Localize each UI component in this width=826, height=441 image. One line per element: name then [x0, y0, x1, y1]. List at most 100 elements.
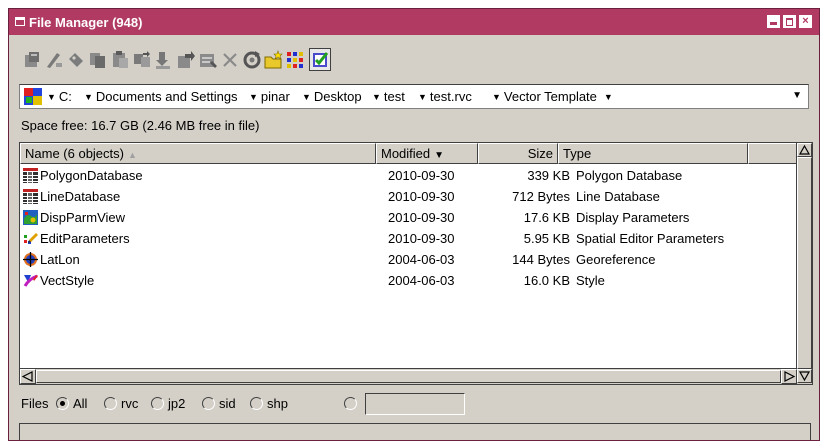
minimize-button[interactable] — [767, 15, 780, 28]
file-size: 144 Bytes — [512, 252, 570, 267]
editor-parameters-icon — [24, 233, 38, 244]
sort-indicator-icon: ▲ — [127, 150, 137, 160]
file-modified: 2010-09-30 — [388, 189, 455, 204]
path-history-dropdown[interactable]: ▼ — [792, 90, 802, 101]
file-modified: 2004-06-03 — [388, 273, 455, 288]
file-modified: 2010-09-30 — [388, 231, 455, 246]
file-size: 5.95 KB — [523, 231, 570, 246]
window-menu-icon[interactable] — [15, 17, 25, 26]
move-icon[interactable] — [131, 49, 153, 71]
title-bar[interactable]: File Manager (948) × — [9, 9, 819, 35]
column-header-type[interactable]: Type — [558, 143, 748, 164]
file-type: Display Parameters — [576, 210, 690, 225]
filter-label: Files — [21, 396, 49, 411]
style-icon — [23, 274, 38, 287]
file-size: 339 KB — [527, 168, 570, 183]
refresh-icon[interactable] — [241, 49, 263, 71]
import-icon[interactable] — [153, 49, 175, 71]
table-row[interactable]: LineDatabase 2010-09-30 712 Bytes Line D… — [20, 186, 795, 207]
table-row[interactable]: VectStyle 2004-06-03 16.0 KB Style — [20, 270, 795, 291]
scroll-up-button[interactable] — [797, 143, 812, 157]
georeference-icon — [23, 252, 38, 267]
copy-icon[interactable] — [87, 49, 109, 71]
new-object-icon[interactable] — [21, 49, 43, 71]
scroll-down-button[interactable] — [797, 369, 812, 383]
file-type-filter: Files All rvc jp2 sid shp — [21, 393, 521, 415]
delete-icon[interactable] — [219, 49, 241, 71]
table-row[interactable]: EditParameters 2010-09-30 5.95 KB Spatia… — [20, 228, 795, 249]
file-size: 17.6 KB — [523, 210, 570, 225]
radio-sid-label[interactable]: sid — [219, 396, 236, 411]
table-row[interactable]: PolygonDatabase 2010-09-30 339 KB Polygo… — [20, 165, 795, 186]
line-database-icon — [23, 189, 38, 204]
maximize-button[interactable] — [783, 15, 796, 28]
table-row[interactable]: LatLon 2004-06-03 144 Bytes Georeference — [20, 249, 795, 270]
path-segment-desktop[interactable]: ▼ Desktop — [302, 89, 362, 104]
path-segment-user[interactable]: ▼ pinar — [249, 89, 290, 104]
file-modified: 2004-06-03 — [388, 252, 455, 267]
file-type: Polygon Database — [576, 168, 683, 183]
column-header-filler — [748, 143, 797, 164]
file-size: 712 Bytes — [512, 189, 570, 204]
column-header-size[interactable]: Size — [478, 143, 558, 164]
file-name: VectStyle — [40, 273, 95, 288]
grid-view-icon[interactable] — [285, 49, 307, 71]
file-list: Name (6 objects) ▲ Modified ▼ Size Type Po… — [19, 142, 813, 385]
file-type: Style — [576, 273, 605, 288]
path-segment-test[interactable]: ▼ test — [372, 89, 405, 104]
window-title: File Manager (948) — [29, 15, 143, 30]
radio-shp[interactable] — [250, 397, 263, 410]
path-segment-drive[interactable]: ▼ C: — [47, 89, 72, 104]
export-icon[interactable] — [175, 49, 197, 71]
select-all-icon[interactable] — [309, 48, 331, 71]
table-row[interactable]: DispParmView 2010-09-30 17.6 KB Display … — [20, 207, 795, 228]
radio-jp2[interactable] — [151, 397, 164, 410]
file-type: Spatial Editor Parameters — [576, 231, 725, 246]
status-bar — [19, 423, 811, 440]
file-name: DispParmView — [40, 210, 126, 225]
file-size: 16.0 KB — [523, 273, 570, 288]
file-type: Line Database — [576, 189, 660, 204]
file-name: LineDatabase — [40, 189, 121, 204]
scroll-left-button[interactable] — [20, 369, 36, 384]
path-segment-template[interactable]: ▼ Vector Template ▼ — [492, 89, 616, 104]
column-header-modified[interactable]: Modified ▼ — [376, 143, 478, 164]
radio-rvc-label[interactable]: rvc — [121, 396, 138, 411]
display-parameters-icon — [23, 210, 38, 225]
vertical-scrollbar[interactable] — [796, 143, 812, 384]
close-button[interactable]: × — [799, 15, 812, 28]
vertical-scroll-thumb[interactable] — [797, 157, 812, 369]
radio-custom[interactable] — [344, 397, 357, 410]
scroll-right-button[interactable] — [781, 369, 797, 384]
radio-jp2-label[interactable]: jp2 — [168, 396, 185, 411]
radio-rvc[interactable] — [104, 397, 117, 410]
tntmips-logo-icon[interactable] — [24, 88, 42, 105]
rename-icon[interactable] — [43, 49, 65, 71]
path-segment-documents[interactable]: ▼ Documents and Settings — [84, 89, 238, 104]
file-name: EditParameters — [40, 231, 130, 246]
radio-shp-label[interactable]: shp — [267, 396, 288, 411]
properties-icon[interactable] — [197, 49, 219, 71]
radio-sid[interactable] — [202, 397, 215, 410]
space-free-label: Space free: 16.7 GB (2.46 MB free in fil… — [21, 118, 260, 133]
polygon-database-icon — [23, 168, 38, 183]
file-modified: 2010-09-30 — [388, 210, 455, 225]
horizontal-scroll-thumb[interactable] — [36, 370, 781, 383]
file-name: LatLon — [40, 252, 80, 267]
sort-descending-icon: ▼ — [434, 150, 445, 161]
radio-all[interactable] — [56, 397, 69, 410]
horizontal-scrollbar[interactable] — [20, 368, 797, 384]
tag-icon[interactable] — [65, 49, 87, 71]
column-header-name[interactable]: Name (6 objects) ▲ — [20, 143, 376, 164]
file-manager-window: File Manager (948) × ▼ C: ▼ Documents an… — [8, 8, 820, 441]
file-type: Georeference — [576, 252, 656, 267]
path-bar: ▼ C: ▼ Documents and Settings ▼ pinar ▼ Desk… — [19, 84, 809, 109]
file-modified: 2010-09-30 — [388, 168, 455, 183]
new-folder-icon[interactable] — [263, 49, 285, 71]
file-name: PolygonDatabase — [40, 168, 143, 183]
path-segment-rvc[interactable]: ▼ test.rvc — [418, 89, 472, 104]
custom-extension-field[interactable] — [365, 393, 465, 415]
paste-icon[interactable] — [109, 49, 131, 71]
toolbar — [21, 47, 421, 75]
radio-all-label[interactable]: All — [73, 396, 87, 411]
